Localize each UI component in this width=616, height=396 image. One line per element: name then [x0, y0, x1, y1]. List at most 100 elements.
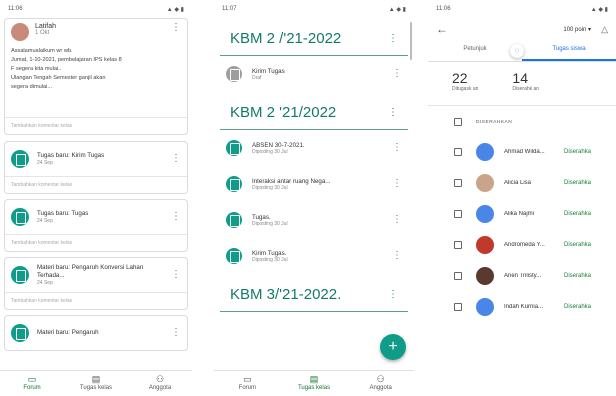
more-options-icon[interactable]: ⋮: [388, 289, 398, 300]
more-options-icon[interactable]: ⋮: [388, 33, 398, 44]
nav-classwork[interactable]: ▤ Tugas kelas: [281, 371, 348, 396]
more-options-icon[interactable]: ⋮: [392, 143, 402, 153]
classwork-icon: ▤: [91, 374, 101, 384]
tab-instructions[interactable]: Petunjuk: [428, 40, 522, 61]
student-checkbox[interactable]: [454, 302, 462, 311]
nav-forum[interactable]: ▭ Forum: [214, 371, 281, 396]
nav-label: Anggota: [369, 385, 392, 391]
avatar: [11, 23, 29, 41]
post-line: Jumat, 1-10-2021, pembelajaran IPS kelas…: [11, 57, 122, 63]
item-title: Kirim Tugas: [252, 67, 285, 75]
student-row[interactable]: Alicia Lisa Diserahka: [428, 167, 616, 198]
submission-status: Diserahka: [564, 303, 592, 310]
student-checkbox[interactable]: [454, 240, 462, 249]
classwork-icon: ▤: [309, 374, 319, 384]
add-comment-field[interactable]: Tambahkan komentar kelas: [5, 234, 187, 251]
status-icons: ▲ ◆ ▮: [590, 6, 608, 13]
post-line: Assalamualaikum wr wb.: [11, 48, 73, 54]
topic-title: KBM 2 '21/2022: [230, 104, 337, 121]
student-avatar: [476, 204, 494, 223]
points-dropdown[interactable]: 100 poin ▾: [563, 26, 591, 33]
more-options-icon[interactable]: ⋮: [392, 179, 402, 189]
stream-task-card[interactable]: Tugas baru: Tugas 24 Sep ⋮ Tambahkan koment…: [4, 199, 188, 252]
item-title: Tugas.: [252, 213, 271, 221]
stat-number: 14: [512, 70, 528, 86]
select-all-checkbox[interactable]: [454, 118, 462, 126]
classwork-item[interactable]: Kirim Tugas Draf ⋮: [214, 56, 414, 92]
student-name: Andromeda Y...: [504, 241, 545, 248]
student-checkbox[interactable]: [454, 271, 462, 280]
stream-task-card[interactable]: Materi baru: Pengaruh ⋮: [4, 315, 188, 351]
stat-turned-in: 14 Diserahk an: [512, 70, 539, 105]
student-avatar: [476, 173, 494, 192]
more-options-icon[interactable]: ⋮: [171, 154, 181, 164]
more-options-icon[interactable]: ⋮: [171, 270, 181, 280]
more-options-icon[interactable]: ⋮: [388, 107, 398, 118]
status-time: 11:06: [8, 6, 23, 12]
more-options-icon[interactable]: ⋮: [392, 69, 402, 79]
more-options-icon[interactable]: ⋮: [171, 328, 181, 338]
status-bar: 11:07 ▲ ◆ ▮: [214, 0, 414, 18]
more-options-icon[interactable]: ⋮: [392, 251, 402, 261]
loading-spinner-icon: ◌: [510, 44, 524, 58]
topic-title: KBM 3/'21-2022.: [230, 286, 342, 303]
more-options-icon[interactable]: ⋮: [392, 215, 402, 225]
points-label: 100 poin: [563, 26, 587, 33]
status-icons: ▲ ◆ ▮: [388, 6, 406, 13]
nav-label: Tugas kelas: [297, 385, 331, 391]
submission-status: Diserahka: [564, 272, 592, 279]
student-checkbox[interactable]: [454, 209, 462, 218]
people-icon: ⚇: [376, 374, 385, 384]
nav-people[interactable]: ⚇ Anggota: [347, 371, 414, 396]
back-arrow-icon[interactable]: ←: [436, 22, 448, 36]
task-title: Tugas baru: Kirim Tugas: [37, 152, 105, 159]
classwork-item[interactable]: Tugas. Diposting 30 Jul ⋮: [214, 202, 414, 238]
forum-icon: ▭: [27, 374, 37, 384]
assignment-icon: [11, 266, 29, 284]
nav-label: Tugas kelas: [79, 385, 113, 391]
add-comment-field[interactable]: Tambahkan komentar kelas: [5, 117, 187, 134]
more-options-icon[interactable]: ⋮: [171, 23, 181, 33]
post-body: Assalamualaikum wr wb. Jumat, 1-10-2021,…: [5, 43, 187, 117]
classwork-item[interactable]: Kirim Tugas. Diposting 30 Jul ⋮: [214, 238, 414, 274]
stream-task-card[interactable]: Tugas baru: Kirim Tugas 24 Sep ⋮ Tambahkan …: [4, 141, 188, 194]
stat-number: 22: [452, 70, 468, 86]
tab-student-work[interactable]: Tugas siswa: [522, 40, 616, 61]
student-row[interactable]: Arien Trilisty... Diserahka: [428, 260, 616, 291]
item-date: Diposting 30 Jul: [252, 148, 288, 155]
student-checkbox[interactable]: [454, 147, 462, 156]
add-comment-field[interactable]: Tambahkan komentar kelas: [5, 292, 187, 309]
stream-task-card[interactable]: Materi baru: Pengaruh Konversi Lahan Ter…: [4, 257, 188, 310]
student-name: Alicia Lisa: [504, 179, 532, 186]
student-row[interactable]: Andromeda Y... Diserahka: [428, 229, 616, 260]
student-row[interactable]: Alika Najmi Diserahka: [428, 198, 616, 229]
student-row[interactable]: Indah Kurnia... Diserahka: [428, 291, 616, 322]
nav-classwork[interactable]: ▤ Tugas kelas: [64, 371, 128, 396]
create-fab-button[interactable]: +: [380, 334, 406, 360]
section-turned-in: DISERAHKAN: [428, 106, 616, 136]
forum-icon: ▭: [243, 374, 252, 384]
student-avatar: [476, 266, 494, 285]
add-comment-field[interactable]: Tambahkan komentar kelas: [5, 176, 187, 193]
post-line: segera dimulai...: [11, 84, 53, 90]
assignment-icon: [11, 208, 29, 226]
task-date: 24 Sep: [37, 218, 53, 224]
nav-people[interactable]: ⚇ Anggota: [128, 371, 192, 396]
drive-icon[interactable]: △: [601, 24, 608, 35]
student-checkbox[interactable]: [454, 178, 462, 187]
classwork-item[interactable]: Interaksi antar ruang Nega... Diposting 3…: [214, 166, 414, 202]
scrollbar[interactable]: [410, 22, 412, 60]
nav-forum[interactable]: ▭ Forum: [0, 371, 64, 396]
stat-label: Diserahk an: [512, 86, 540, 92]
nav-label: Anggota: [148, 385, 172, 391]
stat-assigned: 22 Ditugask an: [452, 70, 478, 105]
announcement-card[interactable]: Latifah 1 Okt ⋮ Assalamualaikum wr wb. J…: [4, 18, 188, 135]
assignment-icon: [226, 66, 242, 82]
student-name: Indah Kurnia...: [504, 303, 544, 310]
post-author: Latifah: [35, 23, 57, 30]
nav-label: Forum: [238, 385, 256, 391]
bottom-nav: ▭ Forum ▤ Tugas kelas ⚇ Anggota: [214, 370, 414, 396]
student-row[interactable]: Ahmad Wilda... Diserahka: [428, 136, 616, 167]
more-options-icon[interactable]: ⋮: [171, 212, 181, 222]
classwork-item[interactable]: ABSEN 30-7-2021. Diposting 30 Jul ⋮: [214, 130, 414, 166]
